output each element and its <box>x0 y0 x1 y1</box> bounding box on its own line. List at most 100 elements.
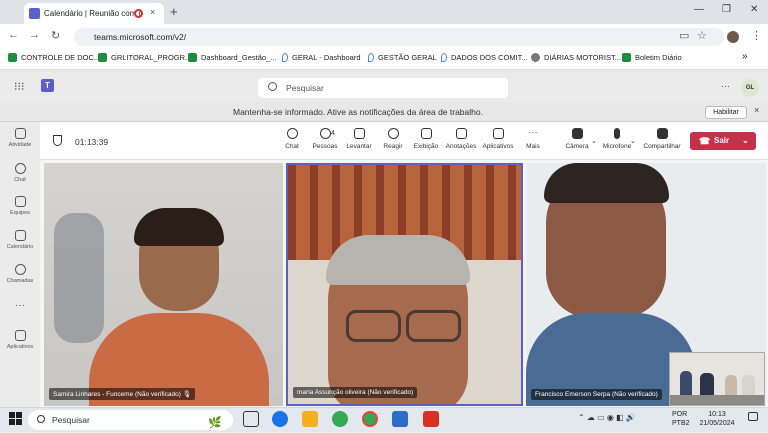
participant-name: maria Assunção oliveira (Não verificado) <box>293 387 418 398</box>
tab-close-icon[interactable]: × <box>150 7 155 17</box>
language-indicator[interactable]: POR PTB2 <box>672 410 690 428</box>
bookmark-item[interactable]: Dashboard_Gestão_... <box>188 53 276 62</box>
tab-title: Calendário | Reunião com o <box>44 9 144 18</box>
camera-in-use-icon[interactable]: ▭ <box>679 29 689 42</box>
system-tray-icons[interactable]: ⌃ ☁ ▭ ◉ ◧ 🔊 <box>578 413 636 422</box>
rail-more[interactable]: ··· <box>0 300 40 311</box>
drop-icon <box>368 53 374 62</box>
rail-teams[interactable]: Equipes <box>0 196 40 216</box>
search-icon <box>37 415 45 423</box>
address-bar[interactable]: teams.microsoft.com/v2/ <box>74 28 724 46</box>
bookmark-item[interactable]: Boletim Diário <box>622 53 682 62</box>
enable-notifications-button[interactable]: Habilitar <box>705 106 747 119</box>
sheets-icon <box>98 53 107 62</box>
notification-center-icon[interactable] <box>748 412 760 424</box>
teams-favicon-icon <box>29 8 40 19</box>
blurred-background <box>54 213 104 343</box>
react-button[interactable]: Reagir <box>377 128 409 150</box>
browser-tab[interactable]: Calendário | Reunião com o × <box>24 3 164 24</box>
shield-icon <box>53 135 62 146</box>
people-count: 4 <box>331 130 335 137</box>
people-button[interactable]: Pessoas <box>309 128 341 150</box>
bookmark-item[interactable]: GESTÃO GERAL <box>368 53 437 62</box>
chrome-menu-icon[interactable]: ⋮ <box>751 29 762 42</box>
teams-icon <box>14 196 26 207</box>
hand-icon <box>353 128 365 139</box>
chat-icon <box>14 163 26 174</box>
chat-button[interactable]: Chat <box>276 128 308 150</box>
apps-button[interactable]: Aplicativos <box>482 128 514 150</box>
chevron-down-icon[interactable]: ⌄ <box>591 137 597 145</box>
bookmark-star-icon[interactable]: ☆ <box>697 29 707 42</box>
microphone-icon <box>614 128 620 139</box>
close-window-icon[interactable]: ✕ <box>750 4 758 15</box>
phone-icon <box>14 264 26 275</box>
clock[interactable]: 10:13 21/05/2024 <box>694 410 740 428</box>
sheets-icon <box>8 53 17 62</box>
camera-button[interactable]: Câmera <box>561 128 593 150</box>
rail-chat[interactable]: Chat <box>0 163 40 183</box>
self-view-preview[interactable] <box>669 352 765 406</box>
bell-icon <box>14 128 26 139</box>
rail-calls[interactable]: Chamadas <box>0 264 40 284</box>
rail-apps[interactable]: Aplicativos <box>0 330 40 350</box>
bookmark-item[interactable]: DIÁRIAS MOTORIST... <box>531 53 621 62</box>
share-button[interactable]: Compartilhar <box>643 128 681 150</box>
forward-icon[interactable]: → <box>29 29 40 41</box>
plant-icon: 🌿 <box>208 417 222 429</box>
taskbar-search-input[interactable]: Pesquisar 🌿 <box>28 410 233 430</box>
mic-icon: 🎙 <box>182 391 191 398</box>
chevron-down-icon[interactable]: ⌄ <box>742 132 749 150</box>
camera-icon <box>571 128 583 139</box>
participant-hair <box>326 235 470 285</box>
chevron-down-icon[interactable]: ⌄ <box>630 137 636 145</box>
chat-icon <box>286 128 298 139</box>
app-launcher-icon[interactable]: ⁝⁝⁝ <box>14 80 25 93</box>
back-icon[interactable]: ← <box>8 29 19 41</box>
edge-icon[interactable] <box>272 411 288 427</box>
task-view-icon[interactable] <box>243 411 259 427</box>
participant-tile-active[interactable]: maria Assunção oliveira (Não verificado) <box>286 163 523 406</box>
bookmark-item[interactable]: DADOS DOS COMIT... <box>441 53 528 62</box>
bookmark-item[interactable]: CONTROLE DE DOC... <box>8 53 100 62</box>
user-avatar[interactable]: GL <box>741 79 759 97</box>
chrome-active-icon[interactable] <box>362 411 378 427</box>
smile-icon <box>387 128 399 139</box>
close-banner-icon[interactable]: × <box>754 105 759 115</box>
people-icon <box>319 128 331 139</box>
participant-tile[interactable]: Samira Linhares - Funceme (Não verificad… <box>44 163 283 406</box>
view-button[interactable]: Exibição <box>410 128 442 150</box>
profile-avatar[interactable] <box>727 31 739 43</box>
restore-icon[interactable]: ❐ <box>722 4 731 15</box>
grid-icon <box>420 128 432 139</box>
notes-button[interactable]: Anotações <box>445 128 477 150</box>
windows-start-icon[interactable] <box>9 412 22 425</box>
meeting-timer: 01:13:39 <box>75 137 109 147</box>
file-explorer-icon[interactable] <box>302 411 318 427</box>
docs-icon[interactable] <box>392 411 408 427</box>
chrome-icon[interactable] <box>332 411 348 427</box>
leave-button[interactable]: ☎ Sair ⌄ <box>690 132 756 150</box>
plus-icon <box>492 128 504 139</box>
search-input[interactable]: Pesquisar <box>258 78 508 98</box>
bookmark-item[interactable]: GERAL - Dashboard <box>282 53 361 62</box>
acrobat-icon[interactable] <box>423 411 439 427</box>
minimize-icon[interactable]: — <box>694 4 704 15</box>
notification-text: Mantenha-se informado. Ative as notifica… <box>233 107 483 117</box>
rail-activity[interactable]: Atividade <box>0 128 40 148</box>
raise-hand-button[interactable]: Levantar <box>343 128 375 150</box>
more-button[interactable]: ··· Mais <box>517 127 549 151</box>
rail-calendar[interactable]: Calendário <box>0 230 40 250</box>
reload-icon[interactable]: ↻ <box>51 29 60 42</box>
search-icon <box>268 82 277 91</box>
notes-icon <box>455 128 467 139</box>
participant-hair <box>134 208 224 246</box>
new-tab-button[interactable]: + <box>170 4 178 19</box>
settings-more-icon[interactable]: ··· <box>721 81 730 91</box>
recording-icon <box>134 9 143 18</box>
drop-icon <box>282 53 288 62</box>
more-bookmarks-icon[interactable]: » <box>742 51 748 62</box>
microphone-button[interactable]: Microfone <box>601 128 633 150</box>
ellipsis-icon: ··· <box>528 127 538 137</box>
bookmark-item[interactable]: GRLITORAL_PROGR... <box>98 53 191 62</box>
